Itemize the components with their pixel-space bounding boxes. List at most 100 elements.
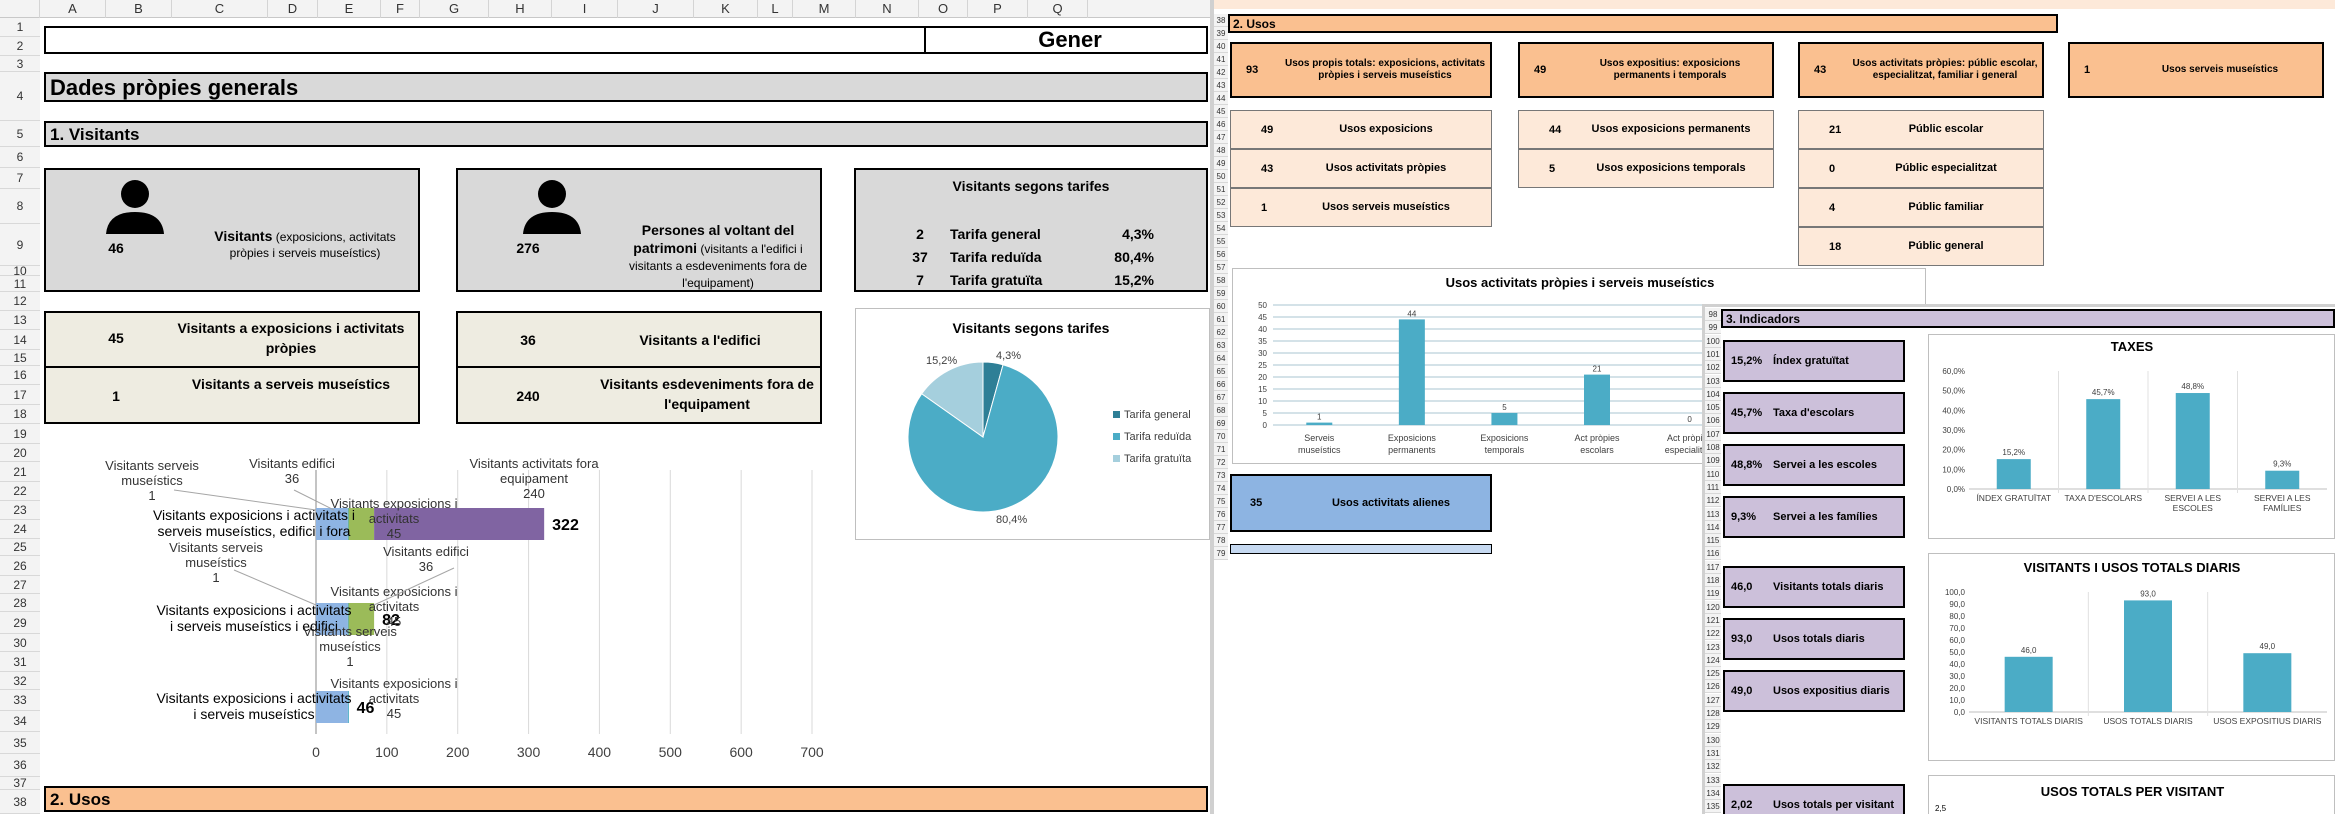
row-header[interactable]: 20 <box>0 444 40 462</box>
row-header[interactable]: 134 <box>1705 786 1721 800</box>
row-header[interactable]: 28 <box>0 594 40 612</box>
row-header[interactable]: 101 <box>1705 347 1721 361</box>
row-header[interactable]: 99 <box>1705 321 1721 335</box>
row-header[interactable]: 58 <box>1214 274 1228 287</box>
row-header[interactable]: 67 <box>1214 391 1228 404</box>
row-header[interactable]: 117 <box>1705 560 1721 574</box>
row-header[interactable]: 9 <box>0 224 40 266</box>
row-header[interactable]: 124 <box>1705 653 1721 667</box>
row-header[interactable]: 31 <box>0 652 40 672</box>
row-header[interactable]: 113 <box>1705 507 1721 521</box>
row-header[interactable]: 34 <box>0 711 40 732</box>
row-header[interactable]: 18 <box>0 405 40 424</box>
column-header[interactable]: D <box>268 0 318 18</box>
row-header[interactable]: 116 <box>1705 547 1721 561</box>
row-header[interactable]: 110 <box>1705 467 1721 481</box>
row-header[interactable]: 65 <box>1214 365 1228 378</box>
column-header[interactable]: E <box>318 0 381 18</box>
row-header[interactable]: 57 <box>1214 261 1228 274</box>
row-header[interactable]: 32 <box>0 672 40 690</box>
pervisitant-chart[interactable]: USOS TOTALS PER VISITANT 2,5 <box>1928 775 2335 814</box>
column-header[interactable]: P <box>968 0 1028 18</box>
column-header[interactable]: N <box>856 0 919 18</box>
column-header[interactable]: J <box>618 0 694 18</box>
row-header[interactable]: 128 <box>1705 707 1721 720</box>
row-header[interactable]: 72 <box>1214 456 1228 469</box>
row-header[interactable]: 103 <box>1705 374 1721 388</box>
pie-chart[interactable]: Visitants segons tarifes 4,3% 80,4% 15,2% Ta… <box>855 308 1210 540</box>
row-header[interactable]: 71 <box>1214 443 1228 456</box>
row-header[interactable]: 125 <box>1705 667 1721 681</box>
row-header[interactable]: 69 <box>1214 417 1228 430</box>
column-header[interactable] <box>0 0 40 18</box>
column-header[interactable]: L <box>758 0 793 18</box>
row-header[interactable]: 47 <box>1214 131 1228 144</box>
row-header[interactable]: 77 <box>1214 521 1228 534</box>
row-header[interactable]: 78 <box>1214 534 1228 547</box>
row-header[interactable]: 11 <box>0 276 40 292</box>
row-header[interactable]: 123 <box>1705 640 1721 654</box>
row-header[interactable]: 36 <box>0 754 40 777</box>
row-header[interactable]: 41 <box>1214 53 1228 66</box>
row-header[interactable]: 105 <box>1705 401 1721 415</box>
row-header[interactable]: 111 <box>1705 480 1721 494</box>
row-header[interactable]: 40 <box>1214 40 1228 53</box>
bar[interactable] <box>2004 656 2053 712</box>
row-header[interactable]: 29 <box>0 612 40 634</box>
row-header[interactable]: 48 <box>1214 144 1228 157</box>
row-header[interactable]: 56 <box>1214 248 1228 261</box>
row-header[interactable]: 62 <box>1214 326 1228 339</box>
row-header[interactable]: 73 <box>1214 469 1228 482</box>
row-header[interactable]: 66 <box>1214 378 1228 391</box>
bar[interactable] <box>1996 459 2031 489</box>
row-header[interactable]: 6 <box>0 147 40 168</box>
row-header[interactable]: 122 <box>1705 627 1721 641</box>
row-header[interactable]: 39 <box>1214 27 1228 40</box>
row-header[interactable]: 129 <box>1705 720 1721 734</box>
row-header[interactable]: 79 <box>1214 547 1228 560</box>
row-header[interactable]: 42 <box>1214 66 1228 79</box>
row-header[interactable]: 54 <box>1214 222 1228 235</box>
column-header[interactable]: Q <box>1028 0 1088 18</box>
row-header[interactable]: 109 <box>1705 454 1721 468</box>
taxes-chart[interactable]: TAXES 0,0% 10,0% 20,0% 30,0% 40,0% 50,0% 60,0% 1… <box>1928 334 2335 539</box>
row-header[interactable]: 25 <box>0 539 40 556</box>
row-header[interactable]: 51 <box>1214 183 1228 196</box>
row-header[interactable]: 100 <box>1705 334 1721 348</box>
row-header[interactable]: 74 <box>1214 482 1228 495</box>
row-header[interactable]: 60 <box>1214 300 1228 313</box>
row-header[interactable]: 126 <box>1705 680 1721 694</box>
row-header[interactable]: 43 <box>1214 79 1228 92</box>
column-header[interactable]: C <box>172 0 268 18</box>
row-header[interactable]: 27 <box>0 576 40 594</box>
row-header[interactable]: 75 <box>1214 495 1228 508</box>
column-header[interactable]: B <box>106 0 172 18</box>
column-header[interactable]: K <box>694 0 758 18</box>
row-header[interactable]: 44 <box>1214 92 1228 105</box>
row-header[interactable]: 76 <box>1214 508 1228 521</box>
row-header[interactable]: 30 <box>0 634 40 652</box>
column-header[interactable]: F <box>381 0 420 18</box>
column-header[interactable]: M <box>793 0 856 18</box>
row-header[interactable]: 19 <box>0 424 40 444</box>
column-header[interactable]: O <box>919 0 968 18</box>
bar[interactable] <box>1584 374 1610 425</box>
column-header[interactable]: G <box>420 0 489 18</box>
row-header[interactable]: 130 <box>1705 733 1721 747</box>
row-header[interactable]: 118 <box>1705 574 1721 587</box>
row-header[interactable]: 55 <box>1214 235 1228 248</box>
row-header[interactable]: 121 <box>1705 613 1721 627</box>
bar[interactable] <box>2124 600 2172 712</box>
row-header[interactable]: 8 <box>0 189 40 224</box>
row-header[interactable]: 68 <box>1214 404 1228 417</box>
row-header[interactable]: 38 <box>0 790 40 814</box>
row-header[interactable]: 120 <box>1705 600 1721 614</box>
row-header[interactable]: 64 <box>1214 352 1228 365</box>
row-header[interactable]: 53 <box>1214 209 1228 222</box>
row-header[interactable]: 17 <box>0 385 40 405</box>
row-header[interactable]: 49 <box>1214 157 1228 170</box>
bar[interactable] <box>1398 319 1425 425</box>
row-header[interactable]: 12 <box>0 292 40 311</box>
bar[interactable] <box>2086 399 2121 489</box>
row-header[interactable]: 26 <box>0 556 40 576</box>
